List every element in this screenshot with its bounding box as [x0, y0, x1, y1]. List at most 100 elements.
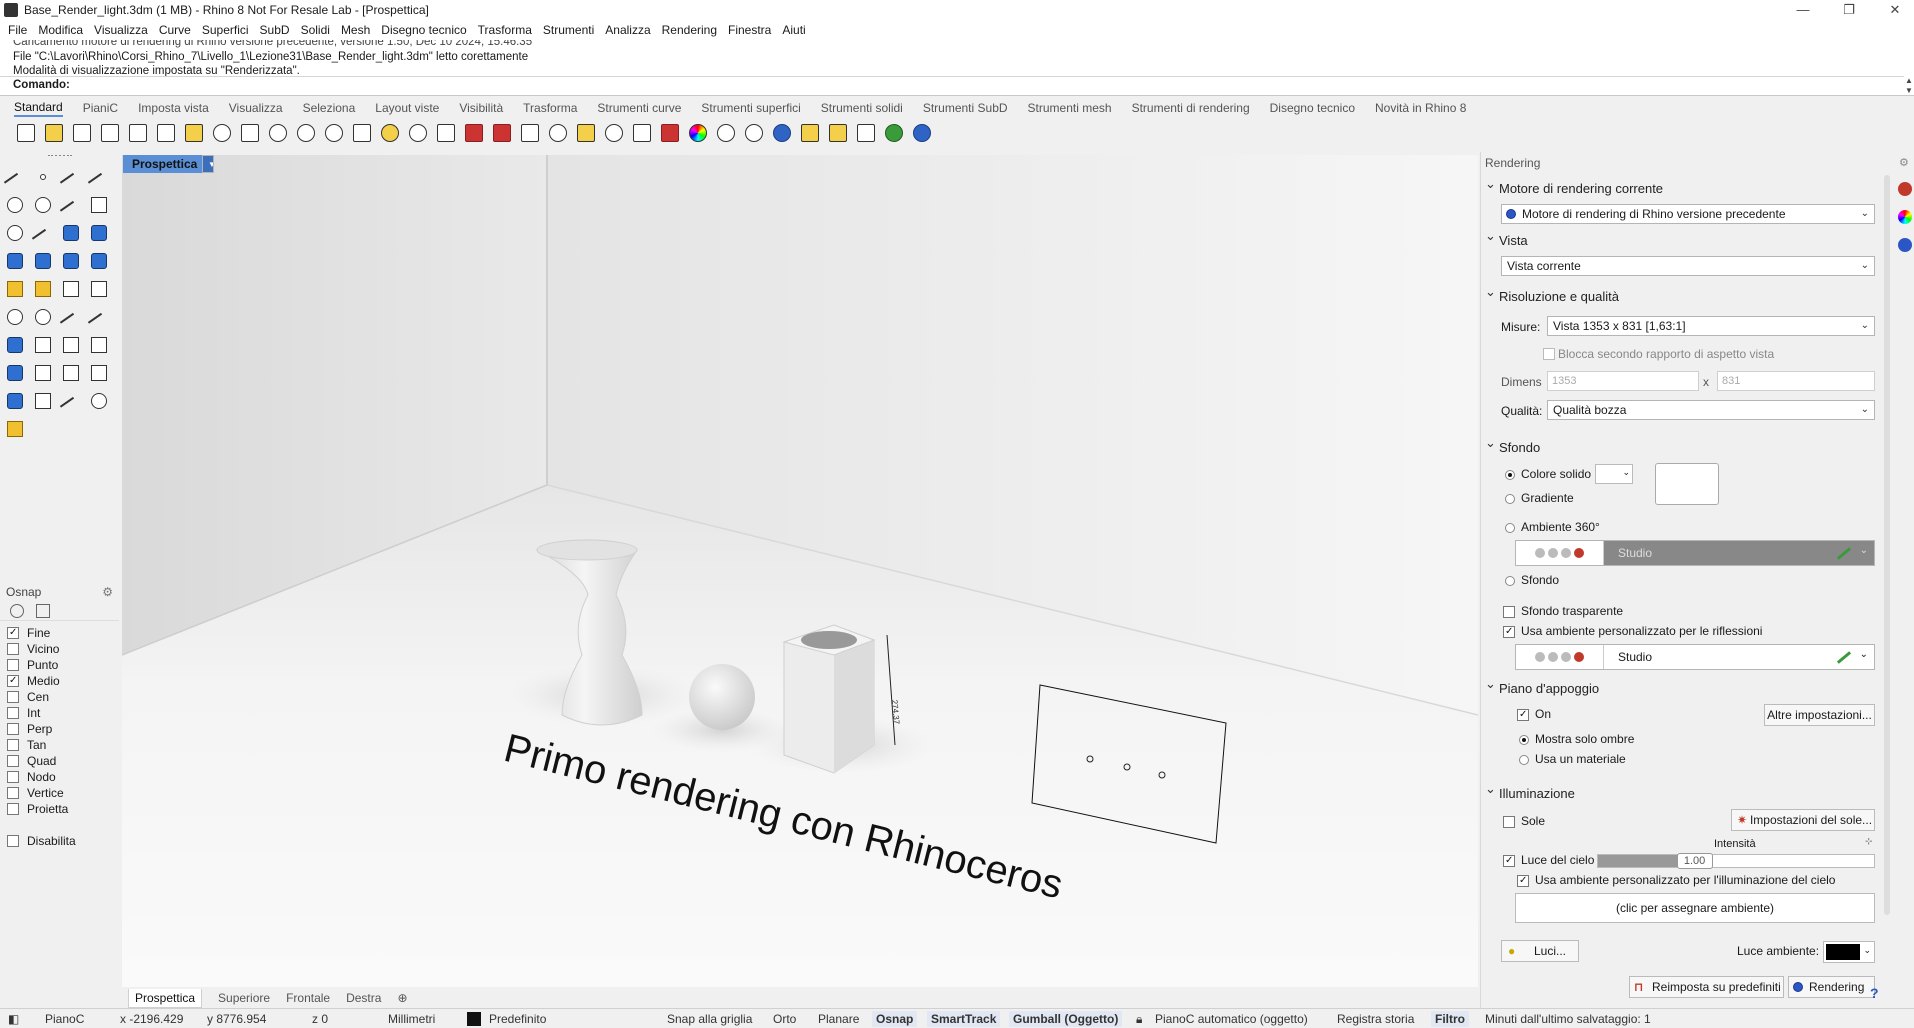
surface-icon[interactable] [60, 222, 82, 244]
grid-array-icon[interactable] [60, 362, 82, 384]
vp-tab-destra[interactable]: Destra [346, 991, 381, 1005]
tab-strumenti-subd[interactable]: Strumenti SubD [923, 101, 1008, 115]
gear-icon[interactable]: ⚙ [1899, 156, 1909, 169]
solid-color-picker[interactable]: ⌄ [1595, 464, 1633, 484]
env360-radio[interactable] [1505, 523, 1515, 533]
material-panel-icon[interactable] [1898, 182, 1912, 196]
status-history[interactable]: Registra storia [1337, 1012, 1414, 1026]
offset-icon[interactable] [59, 306, 83, 336]
box-icon[interactable] [4, 250, 26, 272]
block-icon[interactable] [88, 362, 110, 384]
globe-icon[interactable] [882, 121, 906, 145]
edit-pencil-icon[interactable] [1836, 651, 1852, 664]
dimension-icon[interactable] [32, 362, 54, 384]
tab-strumenti-solidi[interactable]: Strumenti solidi [821, 101, 903, 115]
explode-icon[interactable] [32, 278, 54, 300]
gears-icon[interactable] [4, 278, 26, 300]
status-smarttrack[interactable]: SmartTrack [927, 1011, 1001, 1027]
skylight-intensity-slider[interactable]: 1.00 [1597, 853, 1875, 869]
vp-tab-frontale[interactable]: Frontale [286, 991, 330, 1005]
status-gumball[interactable]: Gumball (Oggetto) [1009, 1011, 1123, 1027]
add-viewport-tab-icon[interactable]: ⊕ [397, 991, 407, 1005]
osnap-proietta[interactable]: Proietta [7, 801, 68, 817]
zoom-icon[interactable] [294, 121, 318, 145]
sun-settings-button[interactable]: ✷ Impostazioni del sole... [1731, 809, 1875, 831]
help-icon[interactable] [910, 121, 934, 145]
extrude-icon[interactable] [88, 250, 110, 272]
shadows-only-radio[interactable] [1519, 735, 1529, 745]
gradient-radio[interactable] [1505, 494, 1515, 504]
checkbox[interactable] [7, 803, 19, 815]
tab-pianic[interactable]: PianiC [83, 101, 118, 115]
named-view-icon[interactable] [518, 121, 542, 145]
checkbox[interactable] [7, 723, 19, 735]
checkbox[interactable] [7, 659, 19, 671]
ground-plane-on-checkbox[interactable] [1517, 709, 1529, 721]
command-prompt[interactable]: Comando: [0, 76, 1904, 94]
paint-icon[interactable] [4, 418, 26, 440]
view-dropdown[interactable]: Vista corrente ⌄ [1501, 256, 1875, 276]
osnap-vicino[interactable]: Vicino [7, 641, 59, 657]
skylight-checkbox[interactable] [1503, 855, 1515, 867]
size-dropdown[interactable]: Vista 1353 x 831 [1,63:1] ⌄ [1547, 316, 1875, 336]
tab-strumenti-curve[interactable]: Strumenti curve [597, 101, 681, 115]
menu-file[interactable]: File [8, 23, 27, 37]
sun-checkbox[interactable] [1503, 816, 1515, 828]
render-preview-icon[interactable] [88, 390, 110, 412]
group-icon[interactable] [4, 306, 26, 328]
tab-imposta-vista[interactable]: Imposta vista [138, 101, 209, 115]
ambient-color-picker[interactable]: ⌄ [1823, 941, 1875, 963]
undo-icon[interactable] [210, 121, 234, 145]
help-icon[interactable]: ? [1870, 985, 1879, 1001]
cut-icon[interactable] [462, 121, 486, 145]
chevron-down-icon[interactable]: ⌄ [1860, 545, 1868, 556]
arc-icon[interactable] [4, 222, 26, 244]
cylinder-icon[interactable] [60, 250, 82, 272]
chevron-down-icon[interactable]: ⌄ [1860, 649, 1868, 660]
wallpaper-radio[interactable] [1505, 576, 1515, 586]
tab-disegno-tecnico[interactable]: Disegno tecnico [1270, 101, 1355, 115]
osnap-cen[interactable]: Cen [7, 689, 49, 705]
material-icon[interactable] [658, 121, 682, 145]
menu-strumenti[interactable]: Strumenti [543, 23, 594, 37]
menu-curve[interactable]: Curve [159, 23, 191, 37]
status-grid-snap[interactable]: Snap alla griglia [667, 1012, 752, 1026]
status-auto-cplane[interactable]: PianoC automatico (oggetto) [1155, 1012, 1308, 1026]
save-icon[interactable] [70, 121, 94, 145]
lightbulb-icon[interactable] [602, 121, 626, 145]
osnap-disabilita[interactable]: Disabilita [7, 833, 76, 849]
section-current-engine[interactable]: Motore di rendering corrente [1485, 176, 1663, 196]
checkbox[interactable] [7, 835, 19, 847]
circle-icon[interactable] [4, 194, 26, 216]
color-wheel-icon[interactable] [686, 121, 710, 145]
light-icon[interactable] [574, 121, 598, 145]
background-color-preview[interactable] [1655, 463, 1719, 505]
tab-strumenti-mesh[interactable]: Strumenti mesh [1028, 101, 1112, 115]
rendering-panel-icon[interactable] [1898, 238, 1912, 252]
zoom-extents-icon[interactable] [350, 121, 374, 145]
panel-toggle-icon[interactable]: ◧ [8, 1012, 19, 1026]
blend-icon[interactable] [87, 306, 111, 336]
maximize-button[interactable]: ❐ [1826, 0, 1872, 20]
shaded-sphere-icon[interactable] [714, 121, 738, 145]
polygon-icon[interactable] [59, 194, 83, 224]
edit-pencil-icon[interactable] [1836, 547, 1852, 560]
transparent-bg-checkbox[interactable] [1503, 606, 1515, 618]
osnap-fine[interactable]: Fine [7, 625, 50, 641]
osnap-tan[interactable]: Tan [7, 737, 46, 753]
quality-dropdown[interactable]: Qualità bozza ⌄ [1547, 400, 1875, 420]
gear-icon[interactable]: ⚙ [102, 583, 113, 601]
checkbox[interactable] [7, 707, 19, 719]
menu-finestra[interactable]: Finestra [728, 23, 771, 37]
menu-subd[interactable]: SubD [260, 23, 290, 37]
trim-icon[interactable] [60, 278, 82, 300]
scale-icon[interactable] [32, 334, 54, 356]
slider-value[interactable]: 1.00 [1676, 853, 1713, 869]
menu-analizza[interactable]: Analizza [605, 23, 650, 37]
move-icon[interactable] [4, 334, 26, 356]
zoom-window-icon[interactable] [322, 121, 346, 145]
osnap-tab-icon[interactable] [10, 603, 24, 618]
status-ortho[interactable]: Orto [773, 1012, 796, 1026]
tab-standard[interactable]: Standard [14, 100, 63, 117]
tab-seleziona[interactable]: Seleziona [303, 101, 356, 115]
